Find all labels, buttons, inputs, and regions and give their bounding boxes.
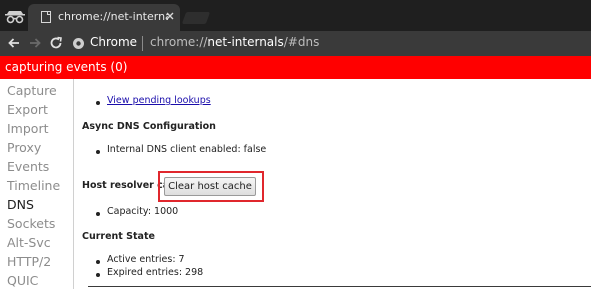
address-bar[interactable]: Chrome chrome://net-internals/#dns [68,32,591,55]
new-tab-button[interactable] [181,12,211,24]
bullet [96,273,100,277]
current-state-heading: Current State [82,231,155,242]
sidebar-item-proxy[interactable]: Proxy [7,140,41,155]
status-text: capturing events (0) [5,60,128,74]
forward-arrow-icon[interactable] [27,35,43,51]
browser-toolbar: Chrome chrome://net-internals/#dns [0,31,591,56]
tab-strip: chrome://net-internals/# [0,0,591,31]
sidebar-item-capture[interactable]: Capture [7,83,57,98]
internal-dns-client-status: Internal DNS client enabled: false [107,144,267,155]
bullet [96,101,100,105]
reload-icon[interactable] [48,35,64,51]
chrome-page-icon [41,11,51,23]
sidebar-item-timeline[interactable]: Timeline [7,178,60,193]
close-icon[interactable] [164,10,176,22]
sidebar-nav: Capture Export Import Proxy Events Timel… [0,79,74,289]
browser-tab[interactable]: chrome://net-internals/# [28,4,180,31]
expired-entries-value: Expired entries: 298 [107,267,204,278]
dns-panel: View pending lookups Async DNS Configura… [74,79,591,289]
sidebar-item-events[interactable]: Events [7,159,49,174]
sidebar-item-export[interactable]: Export [7,102,48,117]
bullet [96,212,100,216]
tab-title: chrome://net-internals/# [58,10,168,23]
async-dns-heading: Async DNS Configuration [82,121,216,132]
sidebar-item-import[interactable]: Import [7,121,49,136]
sidebar-item-dns[interactable]: DNS [7,197,34,212]
active-entries-value: Active entries: 7 [107,254,185,265]
capacity-value: Capacity: 1000 [107,206,179,217]
origin-chip: Chrome [90,35,138,49]
content-divider [88,286,591,287]
view-pending-lookups-link[interactable]: View pending lookups [107,95,211,106]
clear-host-cache-button[interactable]: Clear host cache [164,177,256,196]
incognito-icon [5,11,25,24]
omnibox-separator [142,36,143,51]
bullet [96,150,100,154]
sidebar-item-sockets[interactable]: Sockets [7,216,55,231]
host-resolver-label: Host resolver cache [82,180,164,191]
capture-status-bar: capturing events (0) [0,56,591,79]
chrome-lock-icon[interactable] [72,37,85,50]
sidebar-item-http2[interactable]: HTTP/2 [7,254,51,269]
url-text[interactable]: chrome://net-internals/#dns [150,35,319,49]
sidebar-item-quic[interactable]: QUIC [7,273,38,288]
bullet [96,260,100,264]
back-arrow-icon[interactable] [6,35,22,51]
sidebar-item-alt-svc[interactable]: Alt-Svc [7,235,51,250]
